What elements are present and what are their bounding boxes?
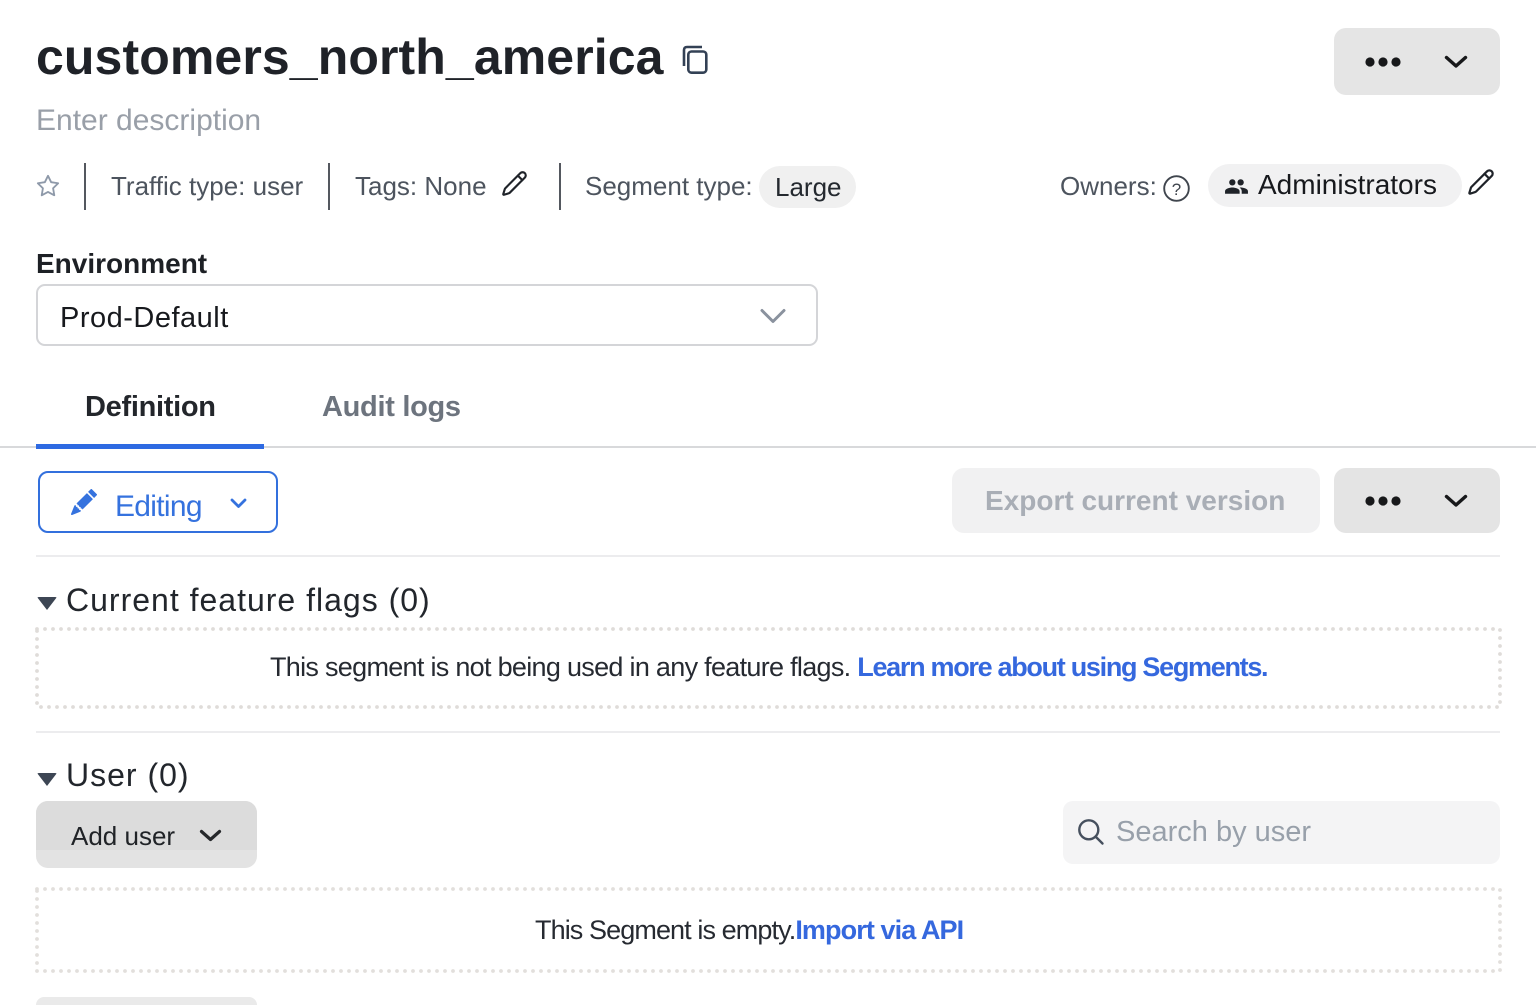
svg-text:?: ?: [1172, 180, 1181, 199]
